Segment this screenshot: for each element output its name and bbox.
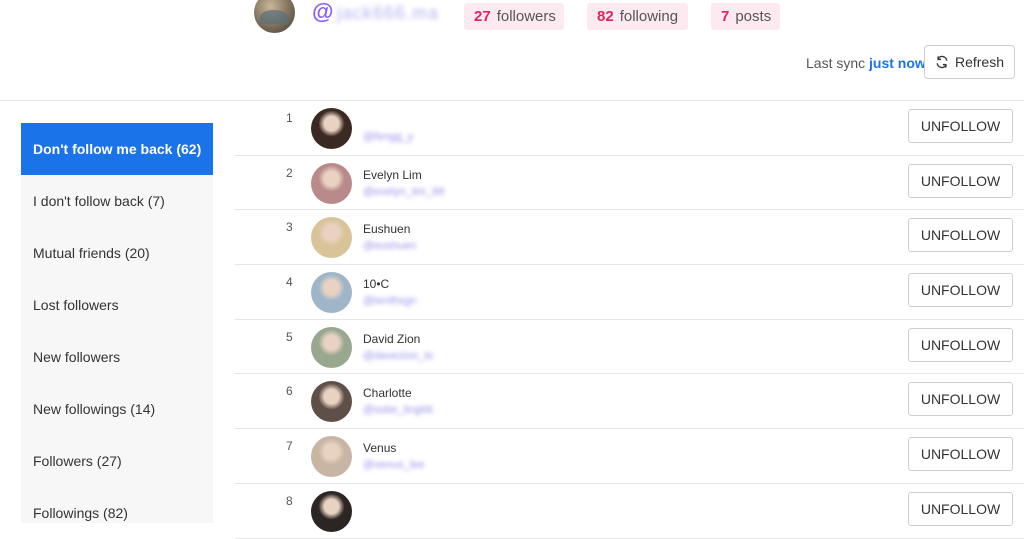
refresh-icon xyxy=(936,55,948,69)
sidebar-item-new-followings[interactable]: New followings (14) xyxy=(21,383,213,435)
list-item: 2 Evelyn Lim @evelyn_lim_88 UNFOLLOW xyxy=(235,156,1024,211)
sidebar-item-lost-followers[interactable]: Lost followers xyxy=(21,279,213,331)
sidebar-item-label: Mutual friends (20) xyxy=(33,245,150,261)
unfollow-button[interactable]: UNFOLLOW xyxy=(908,382,1013,417)
user-list: 1 @fengg_y UNFOLLOW 2 Evelyn Lim @evelyn… xyxy=(235,101,1024,539)
user-name: 10•C xyxy=(363,277,390,292)
row-index: 3 xyxy=(286,220,293,235)
avatar[interactable] xyxy=(311,326,352,368)
refresh-label: Refresh xyxy=(954,54,1005,70)
unfollow-button[interactable]: UNFOLLOW xyxy=(908,163,1013,198)
row-index: 5 xyxy=(286,329,293,344)
list-item: 1 @fengg_y UNFOLLOW xyxy=(235,101,1024,156)
posts-label: posts xyxy=(735,8,772,25)
avatar[interactable] xyxy=(311,490,352,532)
unfollow-button[interactable]: UNFOLLOW xyxy=(908,109,1013,143)
row-index: 7 xyxy=(286,439,293,454)
sidebar-item-label: Don't follow me back (62) xyxy=(33,141,202,157)
row-index: 4 xyxy=(286,275,293,290)
profile-header: @ jack666.ma 27 followers 82 following 7 po… xyxy=(0,0,1024,101)
profile-username: jack666.ma xyxy=(337,3,440,23)
user-handle[interactable]: @davezion_ts xyxy=(363,350,433,362)
profile-avatar xyxy=(254,0,295,33)
sidebar-item-label: New followers xyxy=(33,349,121,365)
avatar[interactable] xyxy=(311,162,352,204)
row-index: 1 xyxy=(286,111,293,125)
unfollow-button[interactable]: UNFOLLOW xyxy=(908,273,1013,308)
following-label: following xyxy=(619,8,679,25)
user-name: Evelyn Lim xyxy=(363,167,422,182)
last-sync-label: Last sync xyxy=(806,55,866,71)
sidebar-item-followers[interactable]: Followers (27) xyxy=(21,435,213,487)
posts-count: 7 xyxy=(721,8,730,25)
unfollow-button[interactable]: UNFOLLOW xyxy=(908,437,1013,472)
sidebar-item-followings[interactable]: Followings (82) xyxy=(21,487,213,539)
posts-stat: 7 posts xyxy=(711,3,780,30)
row-index: 8 xyxy=(286,493,293,508)
sidebar-item-dont-follow-back[interactable]: Don't follow me back (62) xyxy=(21,123,213,175)
user-handle[interactable]: @venus_lee xyxy=(363,459,424,471)
list-item: 7 Venus @venus_lee UNFOLLOW xyxy=(235,429,1024,484)
sidebar-item-label: New followings (14) xyxy=(33,401,156,417)
user-handle[interactable]: @eushuen xyxy=(363,240,416,252)
at-sign: @ xyxy=(312,0,334,24)
avatar[interactable] xyxy=(311,272,352,314)
user-handle[interactable]: @ssbe_ling66 xyxy=(363,404,433,416)
refresh-button[interactable]: Refresh xyxy=(924,45,1015,79)
sidebar: Don't follow me back (62) I don't follow… xyxy=(21,123,213,523)
sidebar-item-new-followers[interactable]: New followers xyxy=(21,331,213,383)
sidebar-item-mutual-friends[interactable]: Mutual friends (20) xyxy=(21,227,213,279)
followers-label: followers xyxy=(496,8,556,25)
user-name: David Zion xyxy=(363,331,421,346)
user-handle[interactable]: @tenthsgn xyxy=(363,295,416,307)
sidebar-item-label: Lost followers xyxy=(33,297,119,313)
user-handle[interactable]: @evelyn_lim_88 xyxy=(363,186,445,198)
list-item: 4 10•C @tenthsgn UNFOLLOW xyxy=(235,265,1024,320)
unfollow-button[interactable]: UNFOLLOW xyxy=(908,218,1013,253)
list-item: 6 Charlotte @ssbe_ling66 UNFOLLOW xyxy=(235,374,1024,430)
sidebar-item-label: Followings (82) xyxy=(33,505,128,521)
avatar[interactable] xyxy=(311,217,352,259)
user-name: Eushuen xyxy=(363,222,411,237)
row-index: 6 xyxy=(286,384,293,399)
unfollow-button[interactable]: UNFOLLOW xyxy=(908,491,1013,526)
following-stat: 82 following xyxy=(587,3,688,30)
followers-stat: 27 followers xyxy=(464,3,564,30)
sidebar-item-i-dont-follow-back[interactable]: I don't follow back (7) xyxy=(21,175,213,227)
avatar[interactable] xyxy=(311,436,352,478)
following-count: 82 xyxy=(597,8,614,25)
unfollow-button[interactable]: UNFOLLOW xyxy=(908,327,1013,362)
avatar[interactable] xyxy=(311,381,352,423)
user-name: Charlotte xyxy=(363,386,412,401)
row-index: 2 xyxy=(286,165,293,180)
avatar[interactable] xyxy=(311,108,352,149)
user-handle[interactable]: @fengg_y xyxy=(363,131,413,143)
sidebar-item-label: I don't follow back (7) xyxy=(33,193,165,209)
list-item: 8 UNFOLLOW xyxy=(235,484,1024,539)
followers-count: 27 xyxy=(474,8,491,25)
user-name: Venus xyxy=(363,441,397,456)
sidebar-item-label: Followers (27) xyxy=(33,453,122,469)
list-item: 5 David Zion @davezion_ts UNFOLLOW xyxy=(235,320,1024,375)
last-sync-text: Last sync just now xyxy=(806,55,926,71)
last-sync-time: just now xyxy=(869,55,926,71)
list-item: 3 Eushuen @eushuen UNFOLLOW xyxy=(235,210,1024,266)
